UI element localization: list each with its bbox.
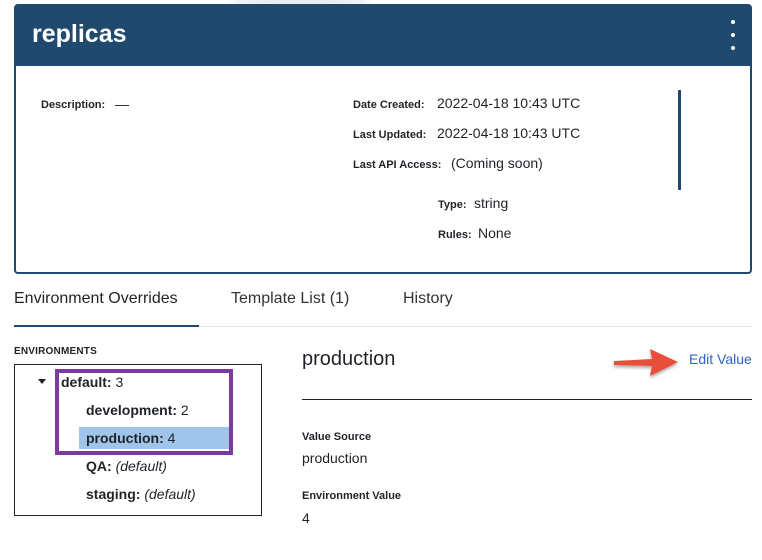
rules-label: Rules: [438,229,472,241]
environment-tree: default: 3 development: 2 production: 4 … [14,364,262,516]
last-api-label: Last API Access: [353,159,442,171]
description-label: Description: [41,99,106,111]
tree-item-name: development: [86,402,178,418]
date-created-label: Date Created: [353,99,425,111]
tree-item-name: default: [61,374,112,390]
kebab-menu-icon[interactable] [728,20,738,50]
last-updated-label: Last Updated: [353,129,427,141]
tree-item-value: 3 [115,374,124,390]
edit-value-link[interactable]: Edit Value [689,351,752,367]
tab-bar: Environment Overrides Template List (1) … [14,290,752,327]
setting-card: replicas Description: — Date Created: 20… [14,4,752,274]
card-header: replicas [16,6,750,66]
setting-title: replicas [32,20,127,48]
tree-item-name: production: [86,430,164,446]
tab-template-list[interactable]: Template List (1) [231,290,349,325]
tree-item-staging[interactable]: staging: (default) [86,486,196,502]
tree-item-development[interactable]: development: 2 [86,402,189,418]
detail-title: production [302,348,396,370]
tree-item-production[interactable]: production: 4 [86,430,175,446]
environments-heading: ENVIRONMENTS [14,346,97,357]
date-created-value: 2022-04-18 10:43 UTC [437,95,581,111]
tree-item-value: (default) [144,486,196,502]
tree-item-value: 4 [167,430,176,446]
tab-environment-overrides[interactable]: Environment Overrides [14,290,199,327]
tree-item-name: staging: [86,486,141,502]
tree-item-default[interactable]: default: 3 [61,374,123,390]
type-value: string [474,195,509,211]
tree-item-qa[interactable]: QA: (default) [86,458,167,474]
vertical-divider [678,90,681,190]
tree-item-name: QA: [86,458,112,474]
caret-down-icon[interactable] [38,379,46,384]
arrow-right-icon [614,349,678,376]
last-updated-value: 2022-04-18 10:43 UTC [437,125,581,141]
value-source-label: Value Source [302,431,372,443]
tab-history[interactable]: History [403,290,453,325]
tree-item-value: (default) [115,458,167,474]
detail-divider [302,399,752,400]
description-value: — [115,96,129,112]
type-label: Type: [438,199,467,211]
last-api-value: (Coming soon) [451,155,543,171]
rules-value: None [478,225,512,241]
environment-value: 4 [302,510,310,526]
value-source-value: production [302,450,368,466]
environment-value-label: Environment Value [302,490,402,502]
tree-item-value: 2 [180,402,189,418]
